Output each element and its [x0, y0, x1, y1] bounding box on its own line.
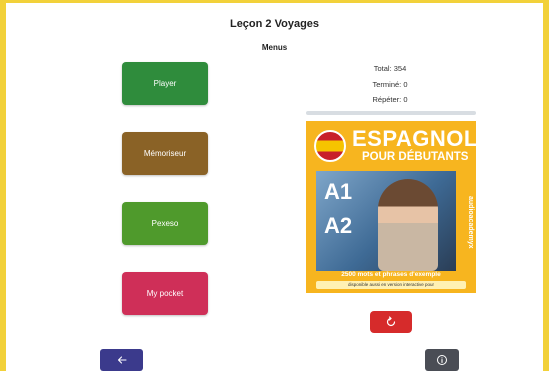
reset-button[interactable]: [370, 311, 412, 333]
cover-subtitle: POUR DÉBUTANTS: [362, 151, 469, 163]
stat-repeter: Répéter: 0: [372, 95, 408, 104]
pexeso-button[interactable]: Pexeso: [122, 202, 208, 245]
memoriseur-button[interactable]: Mémoriseur: [122, 132, 208, 175]
page-title: Leçon 2 Voyages: [229, 18, 320, 30]
arrow-left-icon: [117, 356, 127, 364]
level-a1: A1: [324, 179, 353, 204]
refresh-icon: [386, 316, 396, 327]
player-button[interactable]: Player: [122, 62, 208, 105]
app-frame-top: [0, 0, 549, 3]
stat-termine: Terminé: 0: [372, 80, 408, 89]
cover-strip: disponible aussi en version interactive …: [316, 281, 466, 289]
book-cover: ESPAGNOL POUR DÉBUTANTS A1 A2 audioacade…: [306, 121, 476, 293]
cover-side-text: audioacademyx: [467, 195, 474, 249]
stat-total: Total: 354: [373, 64, 407, 73]
cover-tagline: 2500 mots et phrases d'exemple: [341, 271, 441, 278]
progress-bar: [306, 111, 476, 115]
back-button[interactable]: [100, 349, 143, 371]
cover-title: ESPAGNOL: [352, 126, 476, 151]
info-icon: [437, 355, 447, 365]
app-frame-right: [543, 0, 549, 371]
section-subtitle: Menus: [261, 43, 288, 52]
app-frame-left: [0, 0, 6, 371]
spain-flag-icon: [314, 130, 346, 162]
level-a2: A2: [324, 213, 353, 238]
cover-photo: A1 A2: [316, 171, 456, 271]
info-button[interactable]: [425, 349, 459, 371]
my-pocket-button[interactable]: My pocket: [122, 272, 208, 315]
person-with-headphones-image: [378, 179, 438, 271]
